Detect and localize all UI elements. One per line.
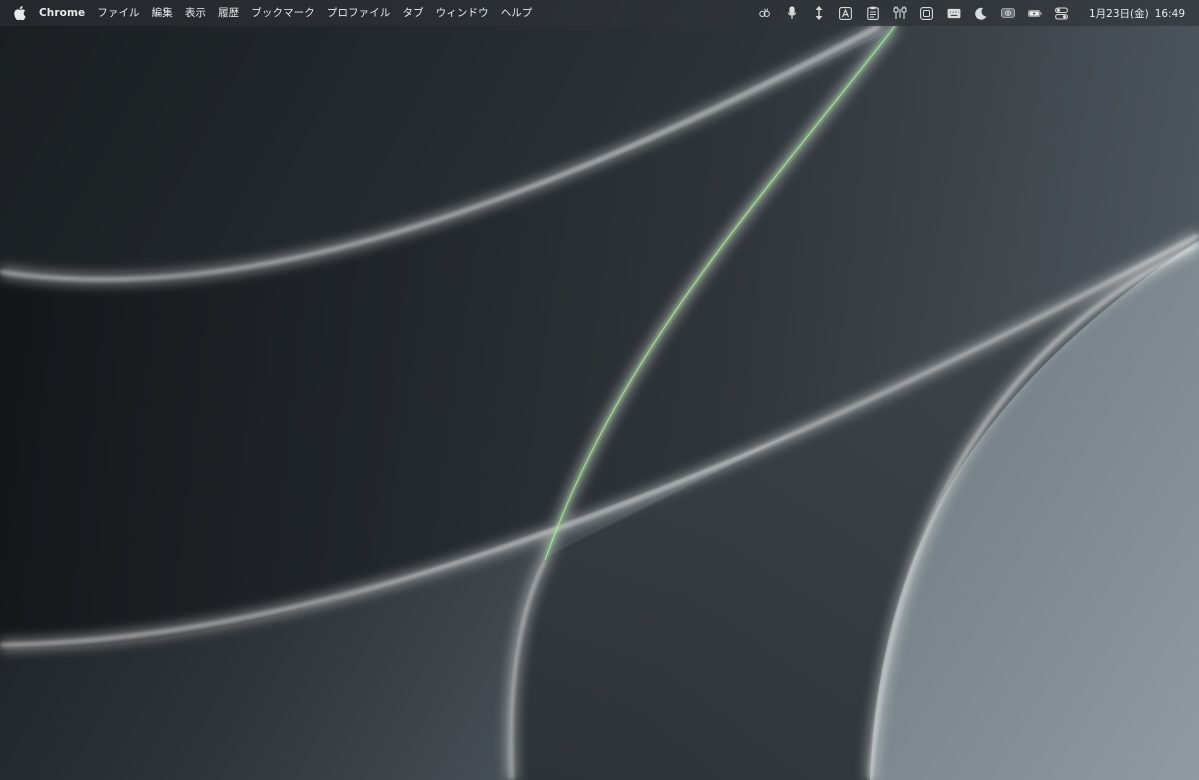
control-center-icon[interactable]: [1055, 6, 1069, 20]
menu-file[interactable]: ファイル: [91, 0, 145, 26]
menu-clock[interactable]: 1月23日(金) 16:49: [1089, 6, 1185, 21]
text-a-icon[interactable]: [839, 6, 853, 20]
menu-bookmarks[interactable]: ブックマーク: [245, 0, 321, 26]
moon-icon[interactable]: [974, 6, 988, 20]
menu-help[interactable]: ヘルプ: [495, 0, 539, 26]
clock-time: 16:49: [1154, 7, 1185, 20]
menu-app-name[interactable]: Chrome: [39, 0, 91, 26]
screen-record-icon[interactable]: [1000, 6, 1015, 20]
desktop-wallpaper: [0, 0, 1199, 780]
apple-logo-icon[interactable]: [13, 6, 26, 20]
microphone-icon[interactable]: [785, 6, 799, 20]
keyboard-icon[interactable]: [947, 6, 961, 20]
menu-tab[interactable]: タブ: [396, 0, 429, 26]
menu-view[interactable]: 表示: [179, 0, 212, 26]
desktop: Chrome ファイル 編集 表示 履歴 ブックマーク プロファイル タブ ウィ…: [0, 0, 1199, 780]
menu-bar: Chrome ファイル 編集 表示 履歴 ブックマーク プロファイル タブ ウィ…: [0, 0, 1199, 26]
menu-window[interactable]: ウィンドウ: [430, 0, 495, 26]
clock-date: 1月23日(金): [1089, 7, 1149, 20]
menu-history[interactable]: 履歴: [212, 0, 245, 26]
plugs-icon[interactable]: [892, 6, 907, 20]
app-window-icon[interactable]: [920, 6, 934, 20]
menu-edit[interactable]: 編集: [146, 0, 179, 26]
up-down-arrows-icon[interactable]: [812, 6, 826, 20]
menu-profiles[interactable]: プロファイル: [321, 0, 397, 26]
battery-charging-icon: [1027, 6, 1042, 20]
clipboard-icon[interactable]: [866, 6, 880, 20]
clover-icon[interactable]: [758, 6, 772, 20]
